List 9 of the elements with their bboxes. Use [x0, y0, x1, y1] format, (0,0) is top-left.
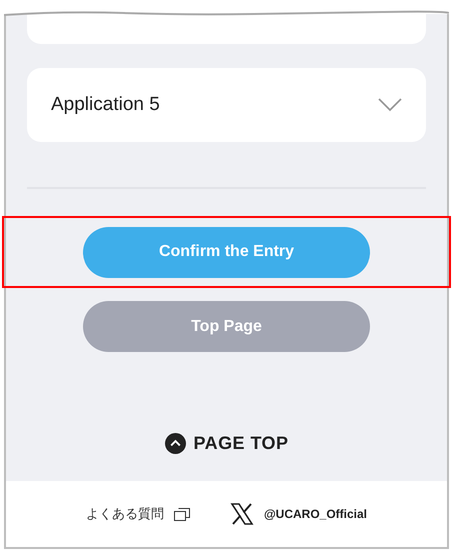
page-top-label: PAGE TOP: [194, 432, 288, 455]
x-logo-icon: [230, 502, 254, 526]
external-window-icon: [174, 508, 190, 520]
application-dropdown[interactable]: Application 5: [27, 68, 426, 142]
up-chevron-icon: [164, 433, 186, 454]
chevron-down-icon: [378, 98, 402, 112]
faq-link[interactable]: よくある質問: [86, 504, 190, 524]
page-top-link[interactable]: PAGE TOP: [164, 430, 288, 457]
x-account-link[interactable]: @UCARO_Official: [230, 502, 368, 526]
